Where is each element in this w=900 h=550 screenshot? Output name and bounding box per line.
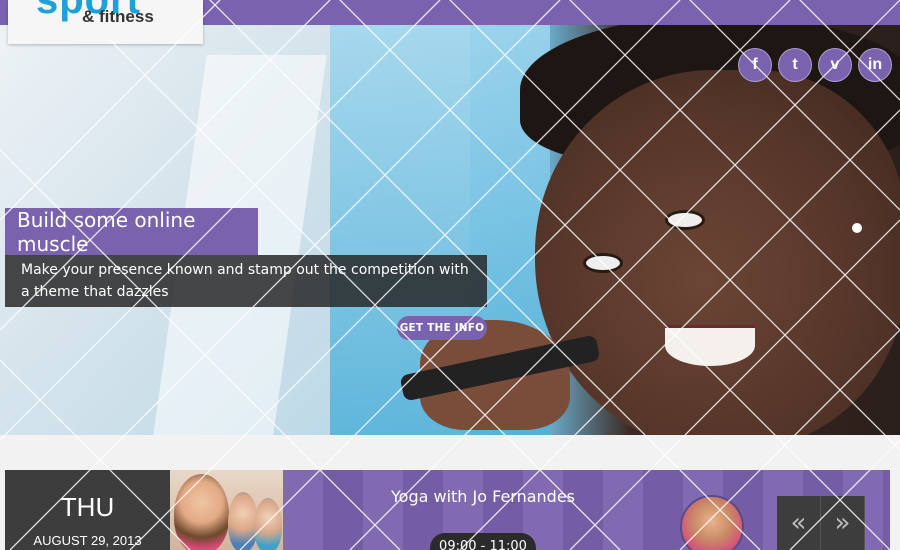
get-the-info-button[interactable]: GET THE INFO [397,316,487,340]
event-time: 09:00 - 11:00 [430,533,536,550]
linkedin-icon[interactable]: in [858,48,892,82]
vimeo-icon[interactable]: v [818,48,852,82]
hero-description: Make your presence known and stamp out t… [5,255,487,307]
event-full-date: AUGUST 29, 2013 [33,533,142,548]
event-nav: « » [777,496,865,550]
instructor-avatar [680,495,744,550]
event-image [170,470,283,550]
event-panel: Yoga with Jo Fernandes 09:00 - 11:00 « » [283,470,890,550]
site-logo[interactable]: sport & fitness [8,0,203,44]
event-name[interactable]: Yoga with Jo Fernandes [283,487,683,506]
social-links: f t v in [738,48,892,82]
event-date-box: THU AUGUST 29, 2013 [5,470,170,550]
hero-title: Build some online muscle [5,208,258,256]
event-day: THU [60,492,115,522]
prev-event-button[interactable]: « [777,496,821,550]
facebook-icon[interactable]: f [738,48,772,82]
twitter-icon[interactable]: t [778,48,812,82]
next-event-button[interactable]: » [821,496,865,550]
logo-sub-text: & fitness [82,7,154,26]
